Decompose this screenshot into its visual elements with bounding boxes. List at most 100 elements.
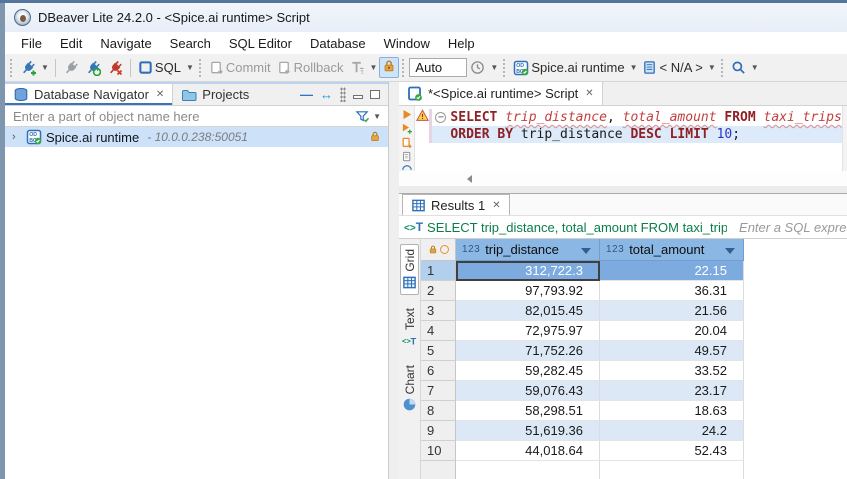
view-tab-text[interactable]: Text <>T xyxy=(401,304,418,352)
data-cell[interactable]: 44,018.64 xyxy=(456,441,600,461)
tab-sql-script[interactable]: *<Spice.ai runtime> Script ✕ xyxy=(399,82,603,105)
active-connection-dropdown[interactable]: ▼ xyxy=(628,63,640,72)
tree-item-connection[interactable]: › ODBC Spice.ai runtime - 10.0.0.238:500… xyxy=(5,127,388,147)
column-menu-arrow-icon[interactable] xyxy=(581,248,591,254)
data-cell[interactable]: 312,722.3 xyxy=(456,261,600,281)
sql-line[interactable]: − SELECT trip_distance, total_amount FRO… xyxy=(429,109,841,126)
data-cell[interactable]: 23.17 xyxy=(600,381,744,401)
filter-dropdown[interactable]: ▼ xyxy=(371,112,383,121)
row-number-cell[interactable]: 7 xyxy=(421,381,456,401)
menu-database[interactable]: Database xyxy=(301,34,375,53)
table-row[interactable]: 951,619.3624.2 xyxy=(421,421,847,441)
data-cell[interactable]: 59,282.45 xyxy=(456,361,600,381)
new-connection-dropdown[interactable]: ▼ xyxy=(39,63,51,72)
menu-window[interactable]: Window xyxy=(375,34,439,53)
view-grip-dots[interactable] xyxy=(340,87,346,102)
menu-help[interactable]: Help xyxy=(439,34,484,53)
row-number-cell[interactable]: 4 xyxy=(421,321,456,341)
object-filter-input[interactable] xyxy=(5,106,355,126)
sql-code[interactable]: − SELECT trip_distance, total_amount FRO… xyxy=(429,106,841,171)
execute-statement-icon[interactable] xyxy=(401,109,413,120)
data-cell[interactable]: 51,619.36 xyxy=(456,421,600,441)
row-number-cell[interactable]: 6 xyxy=(421,361,456,381)
editor-horizontal-scrollbar[interactable] xyxy=(399,171,847,186)
data-cell[interactable]: 59,076.43 xyxy=(456,381,600,401)
view-tab-grid[interactable]: Grid xyxy=(400,244,419,295)
tab-projects[interactable]: Projects xyxy=(173,84,257,105)
minimize-part-button[interactable] xyxy=(353,95,363,99)
sql-line-current[interactable]: ORDER BY trip_distance DESC LIMIT 10; xyxy=(429,126,841,143)
active-schema-selector[interactable]: < N/A > xyxy=(639,58,705,77)
transaction-mode-button[interactable] xyxy=(347,58,368,77)
data-cell[interactable]: 18.63 xyxy=(600,401,744,421)
search-button[interactable] xyxy=(728,58,749,77)
rollback-button[interactable]: Rollback xyxy=(274,58,347,77)
overview-ruler[interactable] xyxy=(842,106,847,171)
fold-collapse-icon[interactable]: − xyxy=(435,112,446,123)
table-row[interactable]: 858,298.5118.63 xyxy=(421,401,847,421)
data-cell[interactable]: 72,975.97 xyxy=(456,321,600,341)
new-connection-button[interactable] xyxy=(17,58,39,78)
data-cell[interactable]: 24.2 xyxy=(600,421,744,441)
sql-editor-area[interactable]: − SELECT trip_distance, total_amount FRO… xyxy=(399,106,847,171)
toolbar-grip[interactable] xyxy=(10,59,14,77)
column-header-trip-distance[interactable]: 123 trip_distance xyxy=(456,239,600,261)
menu-edit[interactable]: Edit xyxy=(51,34,91,53)
sql-expression-filter-input[interactable] xyxy=(739,216,847,238)
close-icon[interactable]: ✕ xyxy=(156,89,164,100)
data-cell[interactable]: 22.15 xyxy=(600,261,744,281)
connect-button[interactable] xyxy=(60,58,82,78)
table-row[interactable]: 472,975.9720.04 xyxy=(421,321,847,341)
data-cell[interactable]: 49.57 xyxy=(600,341,744,361)
tab-database-navigator[interactable]: Database Navigator ✕ xyxy=(5,84,173,105)
connection-lock-toggle[interactable] xyxy=(379,57,399,78)
table-row[interactable]: 1044,018.6452.43 xyxy=(421,441,847,461)
horizontal-splitter[interactable] xyxy=(399,186,847,193)
view-tab-chart[interactable]: Chart xyxy=(401,361,418,416)
commit-button[interactable]: Commit xyxy=(206,58,274,77)
data-cell[interactable]: 52.43 xyxy=(600,441,744,461)
menu-file[interactable]: File xyxy=(12,34,51,53)
menu-search[interactable]: Search xyxy=(161,34,220,53)
minimize-view-icon[interactable]: — xyxy=(300,87,313,102)
disconnect-button[interactable] xyxy=(104,58,126,78)
row-number-cell[interactable]: 2 xyxy=(421,281,456,301)
table-row[interactable]: 571,752.2649.57 xyxy=(421,341,847,361)
tab-results-1[interactable]: Results 1 ✕ xyxy=(402,194,510,215)
close-icon[interactable]: ✕ xyxy=(585,88,593,99)
data-cell[interactable]: 58,298.51 xyxy=(456,401,600,421)
menu-sql-editor[interactable]: SQL Editor xyxy=(220,34,301,53)
script-icon[interactable] xyxy=(401,151,413,162)
data-cell[interactable]: 36.31 xyxy=(600,281,744,301)
reconnect-button[interactable] xyxy=(82,58,104,78)
menu-navigate[interactable]: Navigate xyxy=(91,34,160,53)
sql-editor-dropdown[interactable]: ▼ xyxy=(184,63,196,72)
table-row[interactable]: 659,282.4533.52 xyxy=(421,361,847,381)
execute-new-tab-icon[interactable] xyxy=(401,123,413,134)
close-icon[interactable]: ✕ xyxy=(492,200,500,211)
commit-mode-combo[interactable]: Auto xyxy=(409,58,467,77)
row-number-cell[interactable]: 3 xyxy=(421,301,456,321)
search-dropdown[interactable]: ▼ xyxy=(749,63,761,72)
row-number-cell[interactable]: 10 xyxy=(421,441,456,461)
row-number-cell[interactable]: 9 xyxy=(421,421,456,441)
transaction-log-button[interactable] xyxy=(467,58,488,77)
table-row[interactable]: 1312,722.322.15 xyxy=(421,261,847,281)
table-row[interactable]: 382,015.4521.56 xyxy=(421,301,847,321)
chevron-right-icon[interactable]: › xyxy=(12,131,22,143)
data-cell[interactable]: 21.56 xyxy=(600,301,744,321)
row-number-cell[interactable]: 5 xyxy=(421,341,456,361)
scroll-left-arrow-icon[interactable] xyxy=(467,175,472,183)
data-cell[interactable]: 20.04 xyxy=(600,321,744,341)
swap-panel-icon[interactable]: ↔ xyxy=(320,87,333,102)
data-cell[interactable]: 82,015.45 xyxy=(456,301,600,321)
column-menu-arrow-icon[interactable] xyxy=(725,248,735,254)
sql-editor-button[interactable]: SQL xyxy=(135,58,184,77)
table-row[interactable]: 297,793.9236.31 xyxy=(421,281,847,301)
column-header-total-amount[interactable]: 123 total_amount xyxy=(600,239,744,261)
vertical-splitter[interactable] xyxy=(389,82,399,479)
row-number-cell[interactable]: 8 xyxy=(421,401,456,421)
data-cell[interactable]: 97,793.92 xyxy=(456,281,600,301)
data-cell[interactable]: 33.52 xyxy=(600,361,744,381)
row-number-cell[interactable]: 1 xyxy=(421,261,456,281)
